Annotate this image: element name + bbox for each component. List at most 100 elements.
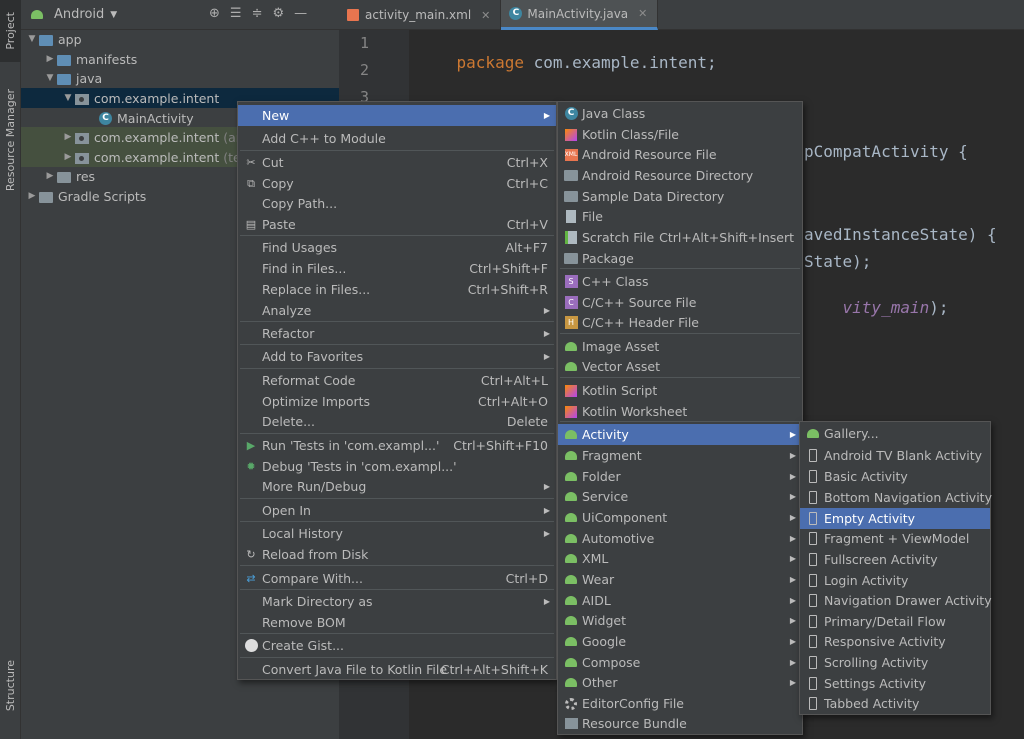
new-menu-item-other[interactable]: Other ▶ [558, 672, 802, 693]
new-menu-item-file[interactable]: File [558, 206, 802, 227]
menu-item-cut[interactable]: ✂ Cut Ctrl+X [238, 152, 556, 173]
new-menu-item-google[interactable]: Google ▶ [558, 631, 802, 652]
tree-item-java[interactable]: ▼ java [21, 68, 339, 88]
shortcut: Alt+F7 [505, 240, 548, 255]
menu-item-copy[interactable]: ⧉ Copy Ctrl+C [238, 173, 556, 194]
phone-template-icon [806, 532, 820, 546]
activity-item-settings-activity[interactable]: Settings Activity [800, 673, 990, 694]
menu-item-add-cpp[interactable]: Add C++ to Module [238, 128, 556, 149]
new-menu-item-editorconfig-file[interactable]: EditorConfig File [558, 693, 802, 714]
activity-item-fullscreen-activity[interactable]: Fullscreen Activity [800, 549, 990, 570]
menu-item-delete[interactable]: Delete... Delete [238, 411, 556, 432]
new-menu-item-kotlin-worksheet[interactable]: Kotlin Worksheet [558, 401, 802, 422]
chevron-down-icon[interactable]: ▼ [43, 73, 57, 83]
new-menu-item-automotive[interactable]: Automotive ▶ [558, 528, 802, 549]
menu-item-optimize-imports[interactable]: Optimize Imports Ctrl+Alt+O [238, 391, 556, 412]
menu-item-more-run-debug[interactable]: More Run/Debug ▶ [238, 476, 556, 497]
tree-item-manifests[interactable]: ▶ manifests [21, 49, 339, 69]
tab-activity-main-xml[interactable]: activity_main.xml ✕ [339, 0, 502, 30]
new-menu-item-sample-data-directory[interactable]: Sample Data Directory [558, 186, 802, 207]
new-menu-item-android-resource-directory[interactable]: Android Resource Directory [558, 165, 802, 186]
new-menu-item-c-c-source-file[interactable]: C C/C++ Source File [558, 292, 802, 313]
chevron-right-icon[interactable]: ▶ [43, 171, 57, 181]
chevron-right-icon[interactable]: ▶ [61, 152, 75, 162]
activity-item-gallery[interactable]: Gallery... [800, 423, 990, 444]
submenu-arrow-icon: ▶ [543, 597, 550, 606]
menu-item-find-in-files[interactable]: Find in Files... Ctrl+Shift+F [238, 258, 556, 279]
chevron-right-icon[interactable]: ▶ [43, 54, 57, 64]
activity-item-bottom-navigation-activity[interactable]: Bottom Navigation Activity [800, 487, 992, 508]
activity-item-primary-detail-flow[interactable]: Primary/Detail Flow [800, 611, 990, 632]
activity-item-login-activity[interactable]: Login Activity [800, 570, 990, 591]
new-menu-item-android-resource-file[interactable]: XML Android Resource File [558, 144, 802, 165]
menu-item-compare-with[interactable]: ⇄ Compare With... Ctrl+D [238, 568, 556, 589]
menu-item-new[interactable]: New ▶ [238, 105, 556, 126]
menu-item-debug-tests[interactable]: ✹ Debug 'Tests in 'com.exampl...' [238, 456, 556, 477]
activity-item-scrolling-activity[interactable]: Scrolling Activity [800, 652, 990, 673]
menu-item-convert-to-kotlin[interactable]: Convert Java File to Kotlin File Ctrl+Alt… [238, 659, 556, 680]
close-icon[interactable]: ✕ [481, 9, 490, 22]
new-menu-item-activity[interactable]: Activity ▶ [558, 424, 802, 445]
new-menu-item-java-class[interactable]: C Java Class [558, 103, 802, 124]
chevron-right-icon[interactable]: ▶ [61, 132, 75, 142]
new-menu-item-c-c-header-file[interactable]: H C/C++ Header File [558, 312, 802, 333]
tree-item-app[interactable]: ▼ app [21, 29, 339, 49]
collapse-all-icon[interactable]: ≑ [252, 6, 263, 21]
menu-item-reload-from-disk[interactable]: ↻ Reload from Disk [238, 544, 556, 565]
activity-item-android-tv-blank-activity[interactable]: Android TV Blank Activity [800, 445, 990, 466]
project-view-dropdown[interactable]: Android [54, 7, 104, 22]
activity-item-fragment-viewmodel[interactable]: Fragment + ViewModel [800, 528, 990, 549]
chevron-down-icon[interactable]: ▼ [61, 93, 75, 103]
new-menu-item-service[interactable]: Service ▶ [558, 486, 802, 507]
new-menu-item-vector-asset[interactable]: Vector Asset [558, 356, 802, 377]
menu-item-open-in[interactable]: Open In ▶ [238, 500, 556, 521]
android-icon [564, 490, 578, 504]
new-menu-item-c-class[interactable]: S C++ Class [558, 271, 802, 292]
new-menu-item-uicomponent[interactable]: UiComponent ▶ [558, 507, 802, 528]
menu-item-run-tests[interactable]: ▶ Run 'Tests in 'com.exampl...' Ctrl+Shift… [238, 435, 556, 456]
new-menu-item-resource-bundle[interactable]: Resource Bundle [558, 713, 802, 734]
chevron-right-icon[interactable]: ▶ [25, 191, 39, 201]
new-menu-item-package[interactable]: Package [558, 248, 802, 269]
settings-gear-icon[interactable]: ⚙ [272, 6, 284, 21]
close-icon[interactable]: ✕ [638, 7, 647, 20]
new-menu-item-aidl[interactable]: AIDL ▶ [558, 590, 802, 611]
new-menu-item-kotlin-script[interactable]: Kotlin Script [558, 380, 802, 401]
new-menu-item-scratch-file[interactable]: Scratch File Ctrl+Alt+Shift+Insert [558, 227, 802, 248]
tab-mainactivity-java[interactable]: C MainActivity.java ✕ [501, 0, 659, 30]
new-menu-item-folder[interactable]: Folder ▶ [558, 466, 802, 487]
menu-item-remove-bom[interactable]: Remove BOM [238, 612, 556, 633]
activity-item-tabbed-activity[interactable]: Tabbed Activity [800, 693, 990, 714]
expand-all-icon[interactable]: ☰ [230, 6, 242, 21]
menu-item-find-usages[interactable]: Find Usages Alt+F7 [238, 237, 556, 258]
resource-manager-tab[interactable]: Resource Manager [0, 80, 21, 200]
menu-item-copy-path[interactable]: Copy Path... [238, 193, 556, 214]
new-menu-item-widget[interactable]: Widget ▶ [558, 610, 802, 631]
new-menu-item-fragment[interactable]: Fragment ▶ [558, 445, 802, 466]
activity-item-empty-activity[interactable]: Empty Activity [800, 508, 990, 529]
shortcut: Ctrl+Shift+R [467, 282, 548, 297]
new-menu-item-xml[interactable]: XML ▶ [558, 548, 802, 569]
menu-item-paste[interactable]: ▤ Paste Ctrl+V [238, 214, 556, 235]
hide-icon[interactable]: — [294, 6, 307, 21]
chevron-down-icon[interactable]: ▼ [110, 10, 117, 20]
activity-item-navigation-drawer-activity[interactable]: Navigation Drawer Activity [800, 590, 992, 611]
new-menu-item-kotlin-class-file[interactable]: Kotlin Class/File [558, 124, 802, 145]
menu-item-create-gist[interactable]: Create Gist... [238, 635, 556, 656]
locate-icon[interactable]: ⊕ [209, 6, 220, 21]
menu-item-add-to-favorites[interactable]: Add to Favorites ▶ [238, 346, 556, 367]
menu-item-mark-directory-as[interactable]: Mark Directory as ▶ [238, 591, 556, 612]
menu-item-replace-in-files[interactable]: Replace in Files... Ctrl+Shift+R [238, 279, 556, 300]
structure-tab[interactable]: Structure [0, 650, 21, 722]
new-menu-item-compose[interactable]: Compose ▶ [558, 652, 802, 673]
menu-item-refactor[interactable]: Refactor ▶ [238, 323, 556, 344]
chevron-down-icon[interactable]: ▼ [25, 34, 39, 44]
activity-item-responsive-activity[interactable]: Responsive Activity [800, 631, 990, 652]
activity-item-basic-activity[interactable]: Basic Activity [800, 466, 990, 487]
new-menu-item-wear[interactable]: Wear ▶ [558, 569, 802, 590]
menu-item-local-history[interactable]: Local History ▶ [238, 523, 556, 544]
menu-item-analyze[interactable]: Analyze ▶ [238, 300, 556, 321]
project-tool-tab[interactable]: Project [0, 0, 21, 62]
menu-item-reformat-code[interactable]: Reformat Code Ctrl+Alt+L [238, 370, 556, 391]
new-menu-item-image-asset[interactable]: Image Asset [558, 336, 802, 357]
